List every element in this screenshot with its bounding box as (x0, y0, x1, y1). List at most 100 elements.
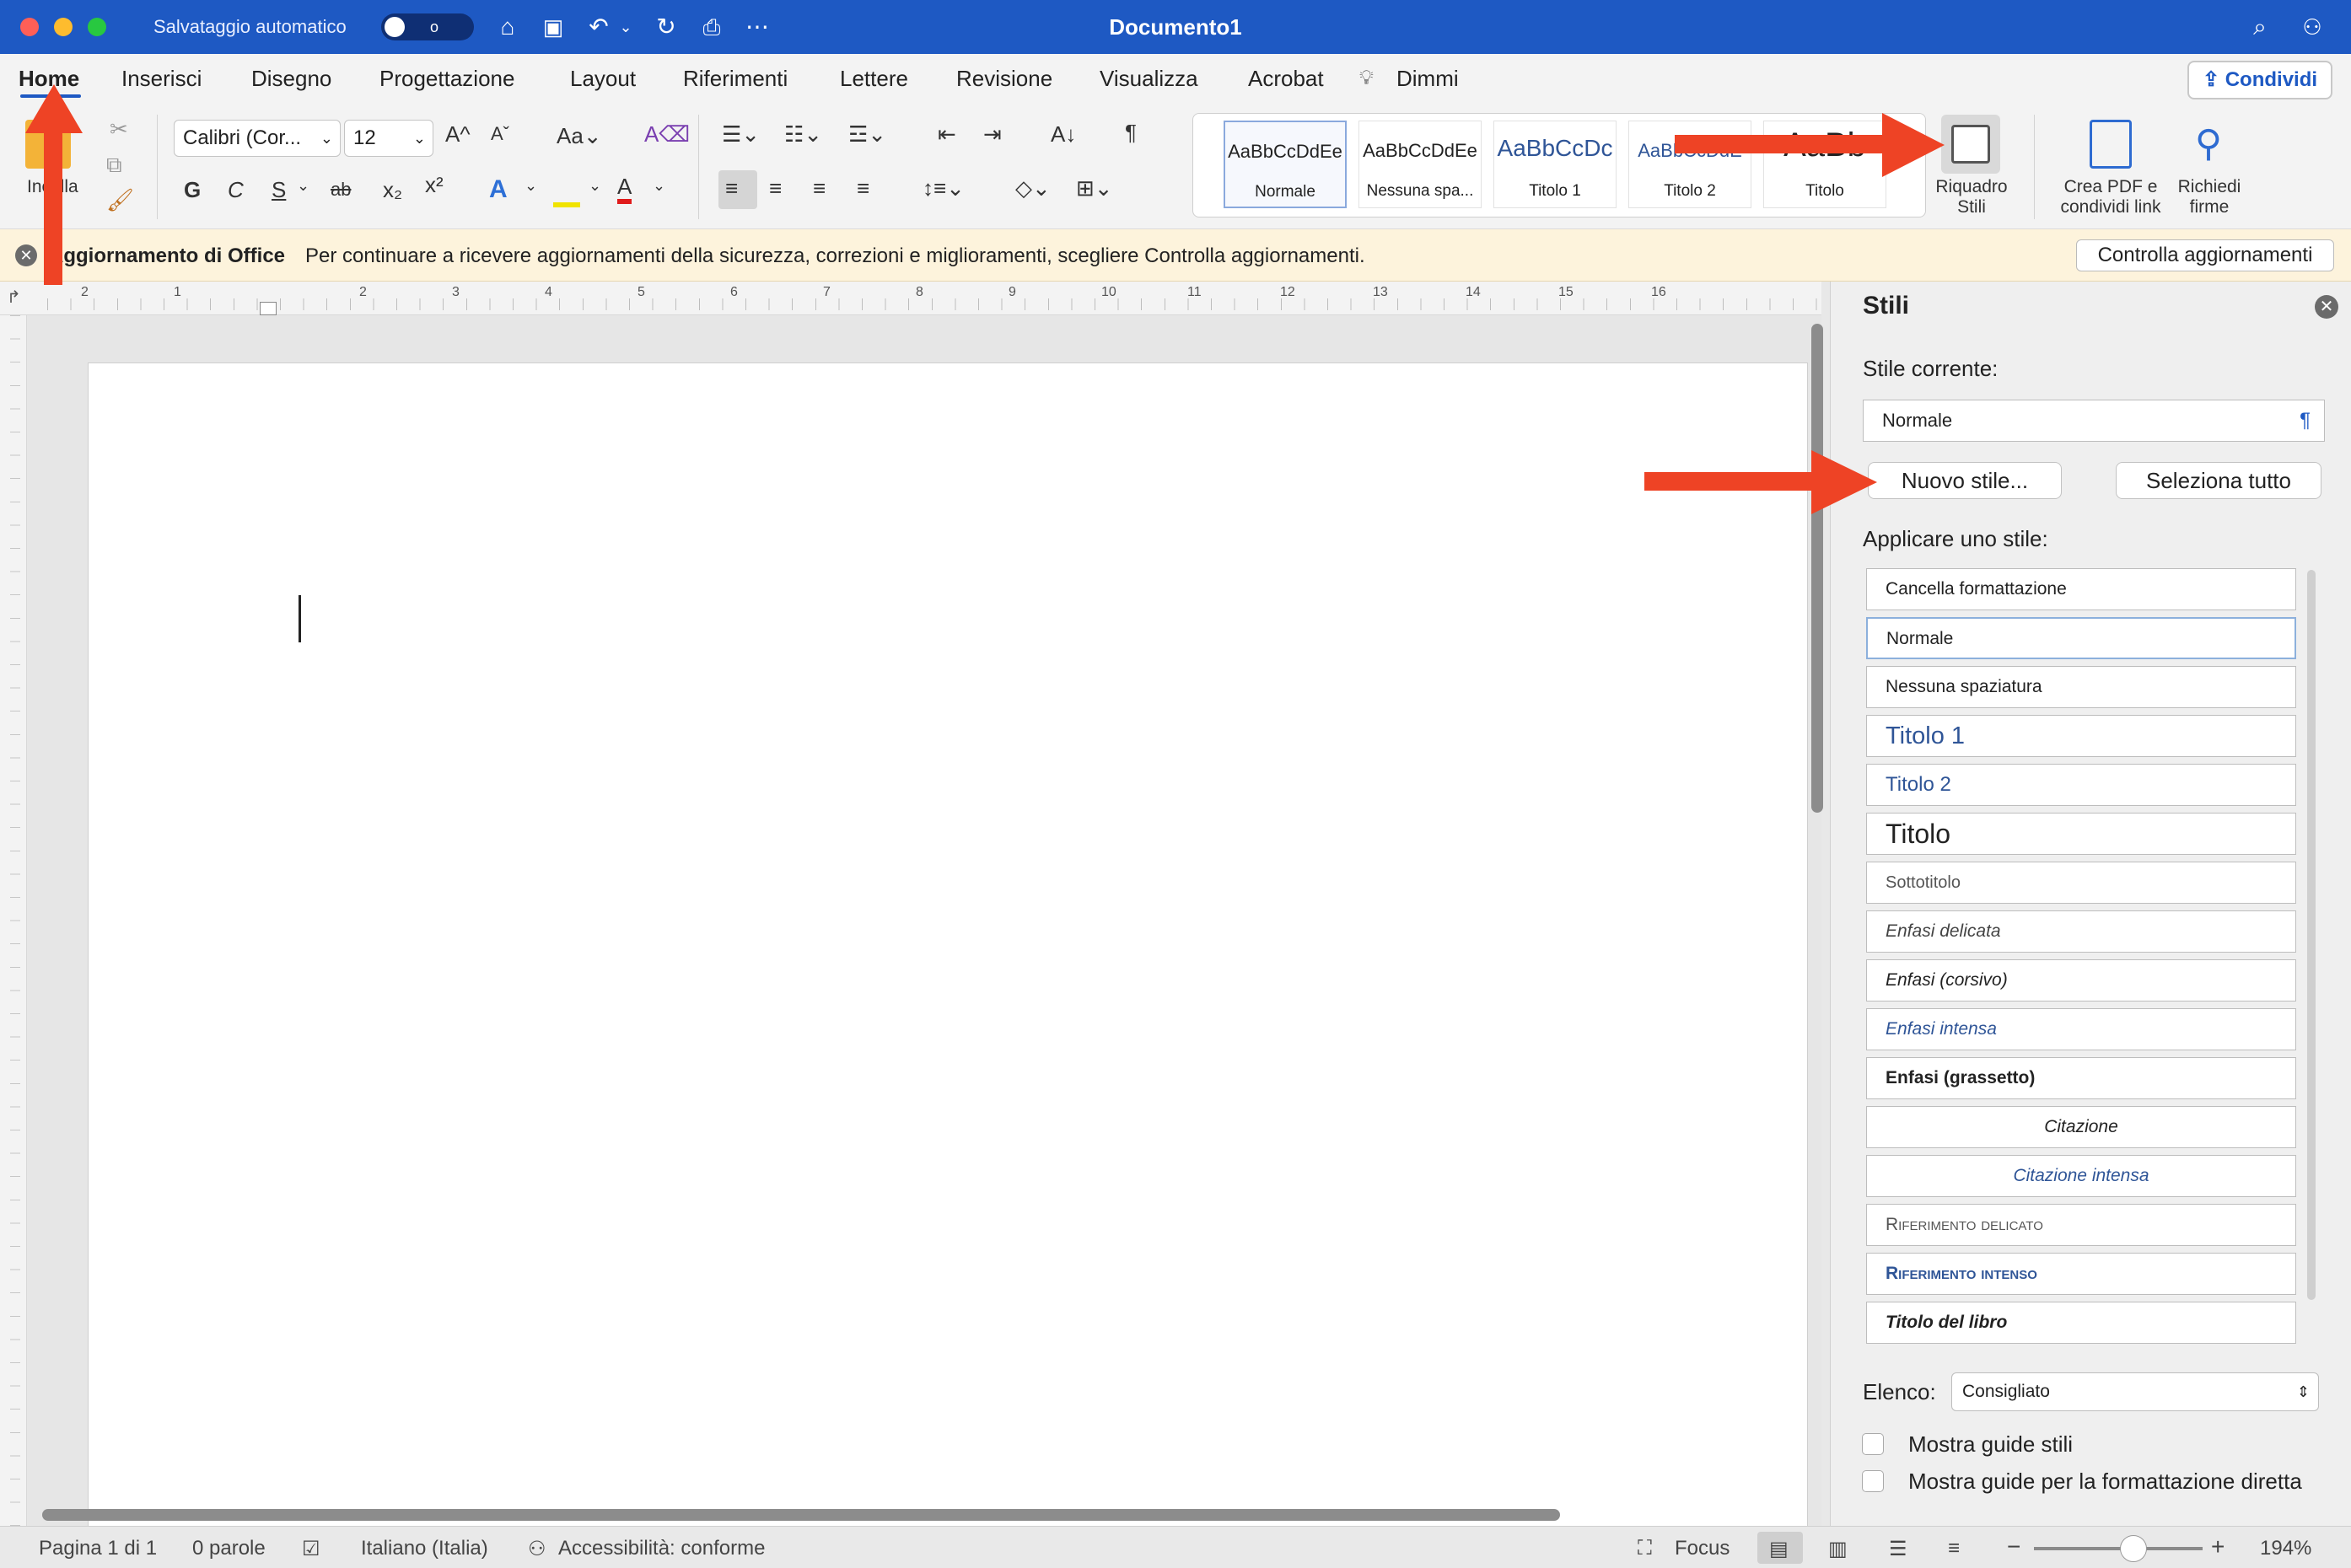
style-list-scrollbar[interactable] (2307, 570, 2316, 1300)
create-pdf-icon[interactable] (2090, 120, 2132, 169)
decrease-indent-icon[interactable]: ⇤ (938, 121, 956, 148)
font-size-select[interactable]: 12 ⌄ (344, 120, 433, 157)
gallery-style-heading-2[interactable]: AaBbCcDdE Titolo 2 (1628, 121, 1751, 208)
show-formatting-marks-icon[interactable]: ¶ (1125, 120, 1137, 146)
tab-view[interactable]: Visualizza (1100, 66, 1198, 92)
text-effects-icon[interactable]: A (489, 175, 508, 204)
style-intense-reference[interactable]: Riferimento intenso (1866, 1253, 2296, 1295)
tab-stop-icon[interactable]: ↱ (7, 287, 21, 308)
line-spacing-icon[interactable]: ↕≡⌄ (923, 175, 965, 201)
tab-layout[interactable]: Layout (570, 66, 636, 92)
italic-button[interactable]: C (228, 177, 244, 203)
new-style-button[interactable]: Nuovo stile... (1868, 462, 2062, 499)
zoom-level[interactable]: 194% (2260, 1537, 2311, 1560)
shrink-font-icon[interactable]: Aˇ (491, 123, 509, 145)
style-quote[interactable]: Citazione (1866, 1106, 2296, 1148)
cut-icon[interactable]: ✂ (110, 116, 128, 142)
horizontal-ruler[interactable]: ↱ 2 1 2 3 4 5 6 7 8 9 10 11 12 13 14 15 … (0, 282, 1821, 315)
subscript-icon[interactable]: x₂ (383, 177, 402, 203)
increase-indent-icon[interactable]: ⇥ (983, 121, 1002, 148)
chevron-down-icon[interactable]: ⌄ (297, 177, 309, 195)
accessibility-status[interactable]: Accessibilità: conforme (558, 1537, 765, 1560)
font-color-icon[interactable]: A (617, 174, 632, 204)
request-signatures-label[interactable]: Richiedi firme (2169, 177, 2250, 217)
tab-tell-me[interactable]: Dimmi (1396, 66, 1459, 92)
tab-mailings[interactable]: Lettere (840, 66, 908, 92)
justify-icon[interactable]: ≡ (857, 175, 869, 201)
style-heading-1[interactable]: Titolo 1 (1866, 715, 2296, 757)
style-heading-2[interactable]: Titolo 2 (1866, 764, 2296, 806)
draft-view-icon[interactable]: ≡ (1948, 1537, 1960, 1560)
style-book-title[interactable]: Titolo del libro (1866, 1302, 2296, 1344)
tab-references[interactable]: Riferimenti (683, 66, 788, 92)
style-emphasis[interactable]: Enfasi (corsivo) (1866, 959, 2296, 1001)
gallery-style-no-spacing[interactable]: AaBbCcDdEe Nessuna spa... (1358, 121, 1482, 208)
check-updates-button[interactable]: Controlla aggiornamenti (2076, 239, 2334, 271)
dismiss-notification-icon[interactable]: ✕ (15, 244, 37, 266)
style-no-spacing[interactable]: Nessuna spaziatura (1866, 666, 2296, 708)
change-case-icon[interactable]: Aa⌄ (557, 123, 602, 149)
align-right-icon[interactable]: ≡ (813, 175, 826, 201)
show-direct-formatting-guides-checkbox[interactable] (1862, 1470, 1884, 1492)
search-icon[interactable]: ⌕ (2243, 12, 2277, 42)
multilevel-list-icon[interactable]: ☲⌄ (848, 121, 886, 148)
grow-font-icon[interactable]: A^ (445, 121, 471, 148)
tab-insert[interactable]: Inserisci (121, 66, 202, 92)
chevron-down-icon[interactable]: ⌄ (525, 177, 537, 195)
vertical-ruler[interactable] (0, 315, 27, 1526)
highlight-icon[interactable] (553, 180, 580, 207)
style-strong[interactable]: Enfasi (grassetto) (1866, 1057, 2296, 1099)
zoom-slider-track[interactable] (2034, 1547, 2203, 1550)
zoom-slider-handle[interactable] (2120, 1535, 2147, 1562)
chevron-down-icon[interactable]: ⌄ (653, 177, 665, 195)
style-subtle-reference[interactable]: Riferimento delicato (1866, 1204, 2296, 1246)
sort-icon[interactable]: A↓ (1051, 121, 1076, 148)
tab-acrobat[interactable]: Acrobat (1248, 66, 1324, 92)
zoom-out-icon[interactable]: − (2007, 1533, 2020, 1560)
create-pdf-label[interactable]: Crea PDF e condividi link (2046, 177, 2176, 217)
indent-marker[interactable] (260, 302, 277, 315)
request-signatures-icon[interactable]: ⚲ (2187, 120, 2230, 169)
gallery-style-normal[interactable]: AaBbCcDdEe Normale (1224, 121, 1347, 208)
style-intense-quote[interactable]: Citazione intensa (1866, 1155, 2296, 1197)
zoom-in-icon[interactable]: + (2211, 1533, 2225, 1560)
copy-icon[interactable]: ⧉ (106, 152, 122, 179)
current-style-field[interactable]: Normale ¶ (1863, 400, 2325, 442)
select-all-button[interactable]: Seleziona tutto (2116, 462, 2321, 499)
chevron-down-icon[interactable]: ⌄ (589, 177, 601, 195)
tab-review[interactable]: Revisione (956, 66, 1052, 92)
outline-view-icon[interactable]: ☰ (1889, 1537, 1907, 1561)
borders-icon[interactable]: ⊞⌄ (1076, 175, 1113, 201)
web-layout-icon[interactable]: ▥ (1828, 1537, 1848, 1561)
tab-draw[interactable]: Disegno (251, 66, 331, 92)
styles-pane-button[interactable] (1941, 115, 2000, 174)
numbering-icon[interactable]: ☷⌄ (784, 121, 822, 148)
share-button[interactable]: ⇪ Condividi (2187, 61, 2332, 99)
gallery-style-heading-1[interactable]: AaBbCcDc Titolo 1 (1493, 121, 1617, 208)
word-count[interactable]: 0 parole (192, 1537, 266, 1560)
focus-button[interactable]: Focus (1675, 1537, 1730, 1560)
superscript-icon[interactable]: x² (425, 172, 444, 198)
style-subtle-emphasis[interactable]: Enfasi delicata (1866, 910, 2296, 953)
bullets-icon[interactable]: ☰⌄ (722, 121, 760, 148)
underline-button[interactable]: S (272, 177, 286, 203)
strikethrough-button[interactable]: ab (331, 179, 351, 201)
gallery-style-title[interactable]: AaBb Titolo (1763, 121, 1886, 208)
page-count[interactable]: Pagina 1 di 1 (39, 1537, 157, 1560)
style-subtitle[interactable]: Sottotitolo (1866, 862, 2296, 904)
document-area[interactable] (27, 315, 1821, 1526)
style-normal[interactable]: Normale (1866, 617, 2296, 659)
style-clear-formatting[interactable]: Cancella formattazione (1866, 568, 2296, 610)
clear-formatting-icon[interactable]: A⌫ (644, 121, 690, 148)
proofing-icon[interactable]: ☑ (302, 1537, 320, 1561)
style-title[interactable]: Titolo (1866, 813, 2296, 855)
tab-design[interactable]: Progettazione (379, 66, 514, 92)
list-filter-select[interactable]: Consigliato ⇕ (1951, 1372, 2319, 1411)
horizontal-scrollbar[interactable] (42, 1509, 1560, 1521)
close-icon[interactable]: ✕ (2315, 295, 2338, 319)
share-people-icon[interactable]: ⚇ (2295, 12, 2329, 42)
document-page[interactable] (88, 362, 1808, 1526)
align-center-icon[interactable]: ≡ (769, 175, 782, 201)
vertical-scrollbar[interactable] (1811, 324, 1823, 813)
bold-button[interactable]: G (184, 177, 201, 203)
